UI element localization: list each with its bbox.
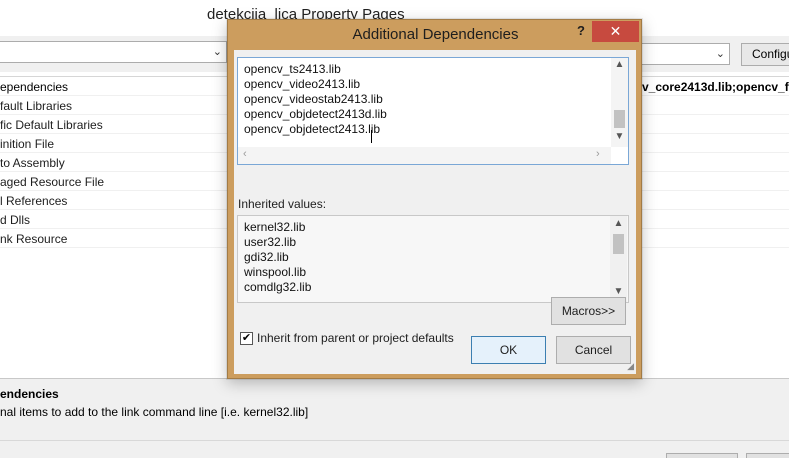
resize-grip-icon[interactable]: ◢ (627, 361, 634, 372)
vertical-scrollbar[interactable]: ▲ ▼ (610, 216, 627, 302)
configuration-manager-button[interactable]: Configuration Manager... (741, 43, 789, 66)
description-title: endencies (0, 387, 59, 401)
cancel-button[interactable]: Cancel (556, 336, 631, 364)
platform-combo[interactable]: ⌄ (641, 43, 730, 65)
scroll-down-arrow-icon[interactable]: ▼ (611, 131, 628, 142)
scroll-right-arrow-icon[interactable]: › (596, 148, 600, 160)
close-button[interactable]: ✕ (592, 21, 639, 42)
property-value: v_core2413d.lib;opencv_fe (642, 80, 789, 94)
inherited-value: user32.lib (244, 235, 297, 249)
property-name: inition File (0, 137, 55, 151)
window-ok-button[interactable] (666, 453, 738, 458)
chevron-down-icon: ⌄ (715, 48, 725, 60)
dependency-line: opencv_objdetect2413.lib (244, 122, 381, 136)
dependencies-textarea[interactable]: opencv_ts2413.lib opencv_video2413.lib o… (237, 57, 629, 165)
scroll-down-arrow-icon[interactable]: ▼ (610, 286, 627, 297)
property-name: aged Resource File (0, 175, 105, 189)
scrollbar-thumb[interactable] (614, 110, 625, 128)
description-text: nal items to add to the link command lin… (0, 405, 309, 419)
inherited-values-list: kernel32.lib user32.lib gdi32.lib winspo… (237, 215, 629, 303)
scroll-up-arrow-icon[interactable]: ▲ (611, 59, 628, 70)
window-cancel-button[interactable] (746, 453, 789, 458)
scrollbar-thumb[interactable] (613, 234, 624, 254)
dependency-line: opencv_video2413.lib (244, 77, 361, 91)
vertical-scrollbar[interactable]: ▲ ▼ (611, 58, 628, 147)
text-caret (371, 130, 372, 143)
property-name: ependencies (0, 80, 69, 94)
close-icon: ✕ (609, 23, 622, 39)
macros-button[interactable]: Macros>> (551, 297, 626, 325)
dependency-line: opencv_videostab2413.lib (244, 92, 383, 106)
help-button[interactable]: ? (572, 23, 590, 41)
horizontal-scrollbar[interactable]: ‹ › (238, 147, 611, 164)
scroll-up-arrow-icon[interactable]: ▲ (610, 218, 627, 229)
chevron-down-icon: ⌄ (212, 46, 222, 58)
property-name: d Dlls (0, 213, 31, 227)
inherited-value: winspool.lib (244, 265, 307, 279)
ok-button[interactable]: OK (471, 336, 546, 364)
inherited-value: gdi32.lib (244, 250, 289, 264)
additional-dependencies-dialog: Additional Dependencies ? ✕ opencv_ts241… (227, 19, 642, 379)
scroll-left-arrow-icon[interactable]: ‹ (243, 148, 247, 160)
inherit-checkbox[interactable]: ✔ (240, 332, 253, 345)
dialog-body: opencv_ts2413.lib opencv_video2413.lib o… (234, 50, 636, 374)
dependency-line: opencv_objdetect2413d.lib (244, 107, 387, 121)
inherited-value: kernel32.lib (244, 220, 306, 234)
dependency-line: opencv_ts2413.lib (244, 62, 341, 76)
inherited-value: comdlg32.lib (244, 280, 312, 294)
property-name: l References (0, 194, 68, 208)
checkmark-icon: ✔ (241, 332, 252, 344)
inherited-values-label: Inherited values: (238, 197, 327, 211)
property-description-pane: endencies nal items to add to the link c… (0, 378, 789, 440)
property-name: fault Libraries (0, 99, 73, 113)
property-name: fic Default Libraries (0, 118, 103, 132)
inherit-checkbox-label: Inherit from parent or project defaults (257, 331, 454, 345)
configuration-combo[interactable]: ⌄ (0, 41, 227, 63)
property-name: to Assembly (0, 156, 65, 170)
property-name: nk Resource (0, 232, 68, 246)
